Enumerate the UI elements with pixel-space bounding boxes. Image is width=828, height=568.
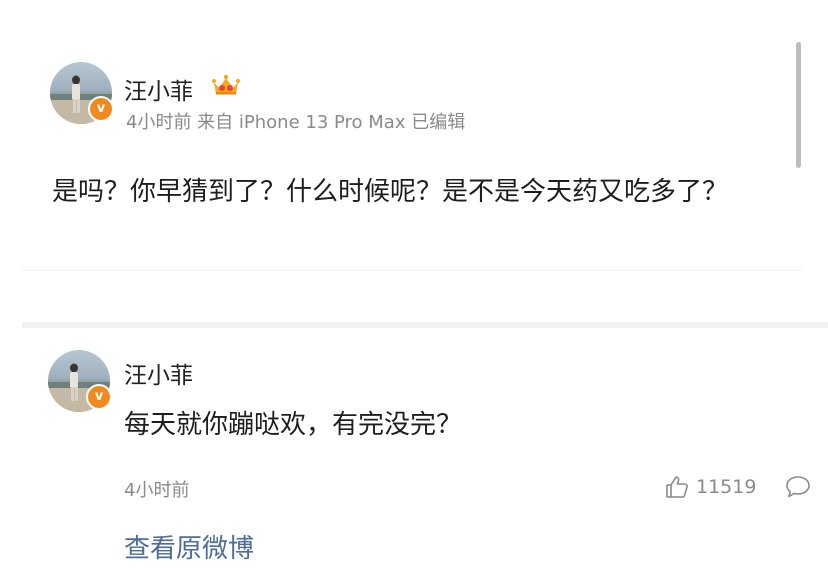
crown-icon: [212, 74, 240, 95]
verified-v-icon: v: [88, 96, 114, 122]
thumbs-up-icon: [666, 476, 688, 498]
section-divider: [22, 322, 828, 328]
reply-author-name[interactable]: 汪小菲: [124, 356, 193, 390]
reply-text: 每天就你蹦哒欢，有完没完？: [124, 410, 463, 440]
post-author-name[interactable]: 汪小菲: [124, 72, 193, 106]
comment-icon[interactable]: [784, 474, 812, 500]
weibo-comment-screen: v 汪小菲 4小时前 来自 iPhone 13 Pro Max 已编辑 是吗？你…: [0, 0, 828, 568]
post-meta: 4小时前 来自 iPhone 13 Pro Max 已编辑: [126, 112, 466, 133]
reply-author-avatar[interactable]: v: [48, 350, 112, 412]
verified-v-icon: v: [86, 384, 112, 410]
view-original-weibo-link[interactable]: 查看原微博: [124, 528, 254, 565]
like-count: 11519: [696, 476, 757, 498]
reply-time: 4小时前: [124, 480, 190, 501]
post-text: 是吗？你早猜到了？什么时候呢？是不是今天药又吃多了？: [52, 177, 729, 207]
post-author-avatar[interactable]: v: [50, 62, 114, 124]
divider: [22, 270, 802, 271]
like-button[interactable]: 11519: [664, 474, 756, 500]
scrollbar[interactable]: [796, 42, 801, 168]
